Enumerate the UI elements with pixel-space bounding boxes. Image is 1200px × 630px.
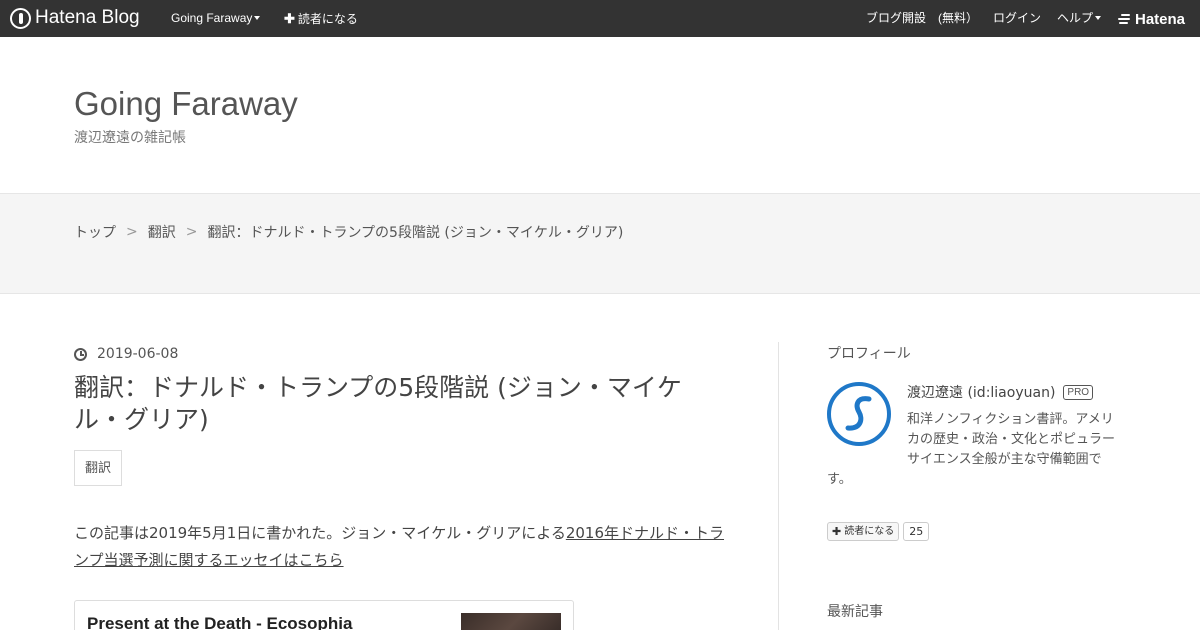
blog-header: Going Faraway 渡辺遼遠の雑記帳 <box>0 37 1200 193</box>
entry-date: 2019-06-08 <box>74 342 734 366</box>
profile-desc-line: 和洋ノンフィクション書評。アメリ <box>907 412 1114 427</box>
reader-count[interactable]: 25 <box>903 522 930 541</box>
breadcrumb-item-current: 翻訳：ドナルド・トランプの5段階説 (ジョン・マイケル・グリア) <box>207 225 624 241</box>
profile-name: 渡辺遼遠 (id:liaoyuan) PRO <box>907 382 1094 402</box>
breadcrumb: トップ > 翻訳 > 翻訳：ドナルド・トランプの5段階説 (ジョン・マイケル・グ… <box>74 222 623 242</box>
blog-title[interactable]: Going Faraway <box>74 85 298 123</box>
chevron-down-icon <box>1095 16 1102 20</box>
breadcrumb-separator: > <box>126 224 138 240</box>
brand-text: Hatena Blog <box>35 7 140 28</box>
column-divider <box>778 342 779 630</box>
chevron-down-icon <box>254 16 261 20</box>
blog-menu-dropdown[interactable]: Going Faraway <box>171 0 261 37</box>
clock-icon <box>74 347 87 361</box>
reader-subscribe-button[interactable]: ✚ 読者になる <box>827 522 900 541</box>
profile-heading: プロフィール <box>827 346 911 362</box>
plus-icon: ✚ <box>832 525 842 538</box>
subscribe-label: 読者になる <box>297 12 358 26</box>
embed-title[interactable]: Present at the Death - Ecosophia <box>87 614 352 630</box>
profile-description: 和洋ノンフィクション書評。アメリ カの歴史・政治・文化とポピュラー サイエンス全… <box>827 410 1122 490</box>
category-tag[interactable]: 翻訳 <box>74 450 123 486</box>
entry-title[interactable]: 翻訳：ドナルド・トランプの5段階説 (ジョン・マイケル・グリア) <box>74 372 724 436</box>
pro-badge: PRO <box>1063 384 1094 400</box>
entry-date-text[interactable]: 2019-06-08 <box>97 346 178 362</box>
breadcrumb-item-top[interactable]: トップ <box>74 222 116 242</box>
hatena-mark-icon <box>1118 14 1132 24</box>
breadcrumb-separator: > <box>185 224 198 240</box>
help-dropdown[interactable]: ヘルプ <box>1057 0 1102 37</box>
article: 2019-06-08 翻訳：ドナルド・トランプの5段階説 (ジョン・マイケル・グ… <box>74 342 734 630</box>
blog-menu-label: Going Faraway <box>171 11 253 25</box>
hatena-text: Hatena <box>1135 10 1186 28</box>
global-header: Hatena Blog Going Faraway ✚ 読者になる ブログ開設 (… <box>0 0 1200 37</box>
profile-desc-line: す。 <box>827 472 852 487</box>
breadcrumb-band: トップ > 翻訳 > 翻訳：ドナルド・トランプの5段階説 (ジョン・マイケル・グ… <box>0 193 1200 294</box>
hatena-blog-logo-icon <box>10 7 31 29</box>
embed-thumbnail <box>461 613 561 630</box>
profile-name-text[interactable]: 渡辺遼遠 (id:liaoyuan) <box>907 382 1055 402</box>
hatena-blog-logo[interactable]: Hatena Blog <box>10 7 140 29</box>
profile-desc-line: カの歴史・政治・文化とポピュラー <box>907 432 1116 447</box>
recent-posts-heading: 最新記事 <box>827 604 883 620</box>
entry-intro: この記事は2019年5月1日に書かれた。ジョン・マイケル・グリアによる2016年… <box>74 520 729 574</box>
plus-icon: ✚ <box>284 11 295 26</box>
embed-card[interactable]: Present at the Death - Ecosophia <box>74 600 574 630</box>
sidebar: プロフィール 渡辺遼遠 (id:liaoyuan) PRO 和洋ノンフィクション… <box>827 342 1127 621</box>
profile-module: 渡辺遼遠 (id:liaoyuan) PRO 和洋ノンフィクション書評。アメリ … <box>827 382 1127 492</box>
reader-button-label: 読者になる <box>844 526 895 537</box>
subscribe-button[interactable]: ✚ 読者になる <box>284 0 358 37</box>
login-link[interactable]: ログイン <box>993 0 1041 37</box>
blog-description: 渡辺遼遠の雑記帳 <box>74 130 186 146</box>
breadcrumb-item-category[interactable]: 翻訳 <box>148 222 176 242</box>
intro-text: この記事は2019年5月1日に書かれた。ジョン・マイケル・グリアによる <box>74 524 566 542</box>
profile-desc-line: サイエンス全般が主な守備範囲で <box>907 452 1102 467</box>
reader-row: ✚ 読者になる 25 <box>827 522 1127 541</box>
help-label: ヘルプ <box>1057 11 1094 25</box>
hatena-logo[interactable]: Hatena <box>1118 9 1185 29</box>
open-blog-link[interactable]: ブログ開設 (無料） <box>866 0 978 37</box>
